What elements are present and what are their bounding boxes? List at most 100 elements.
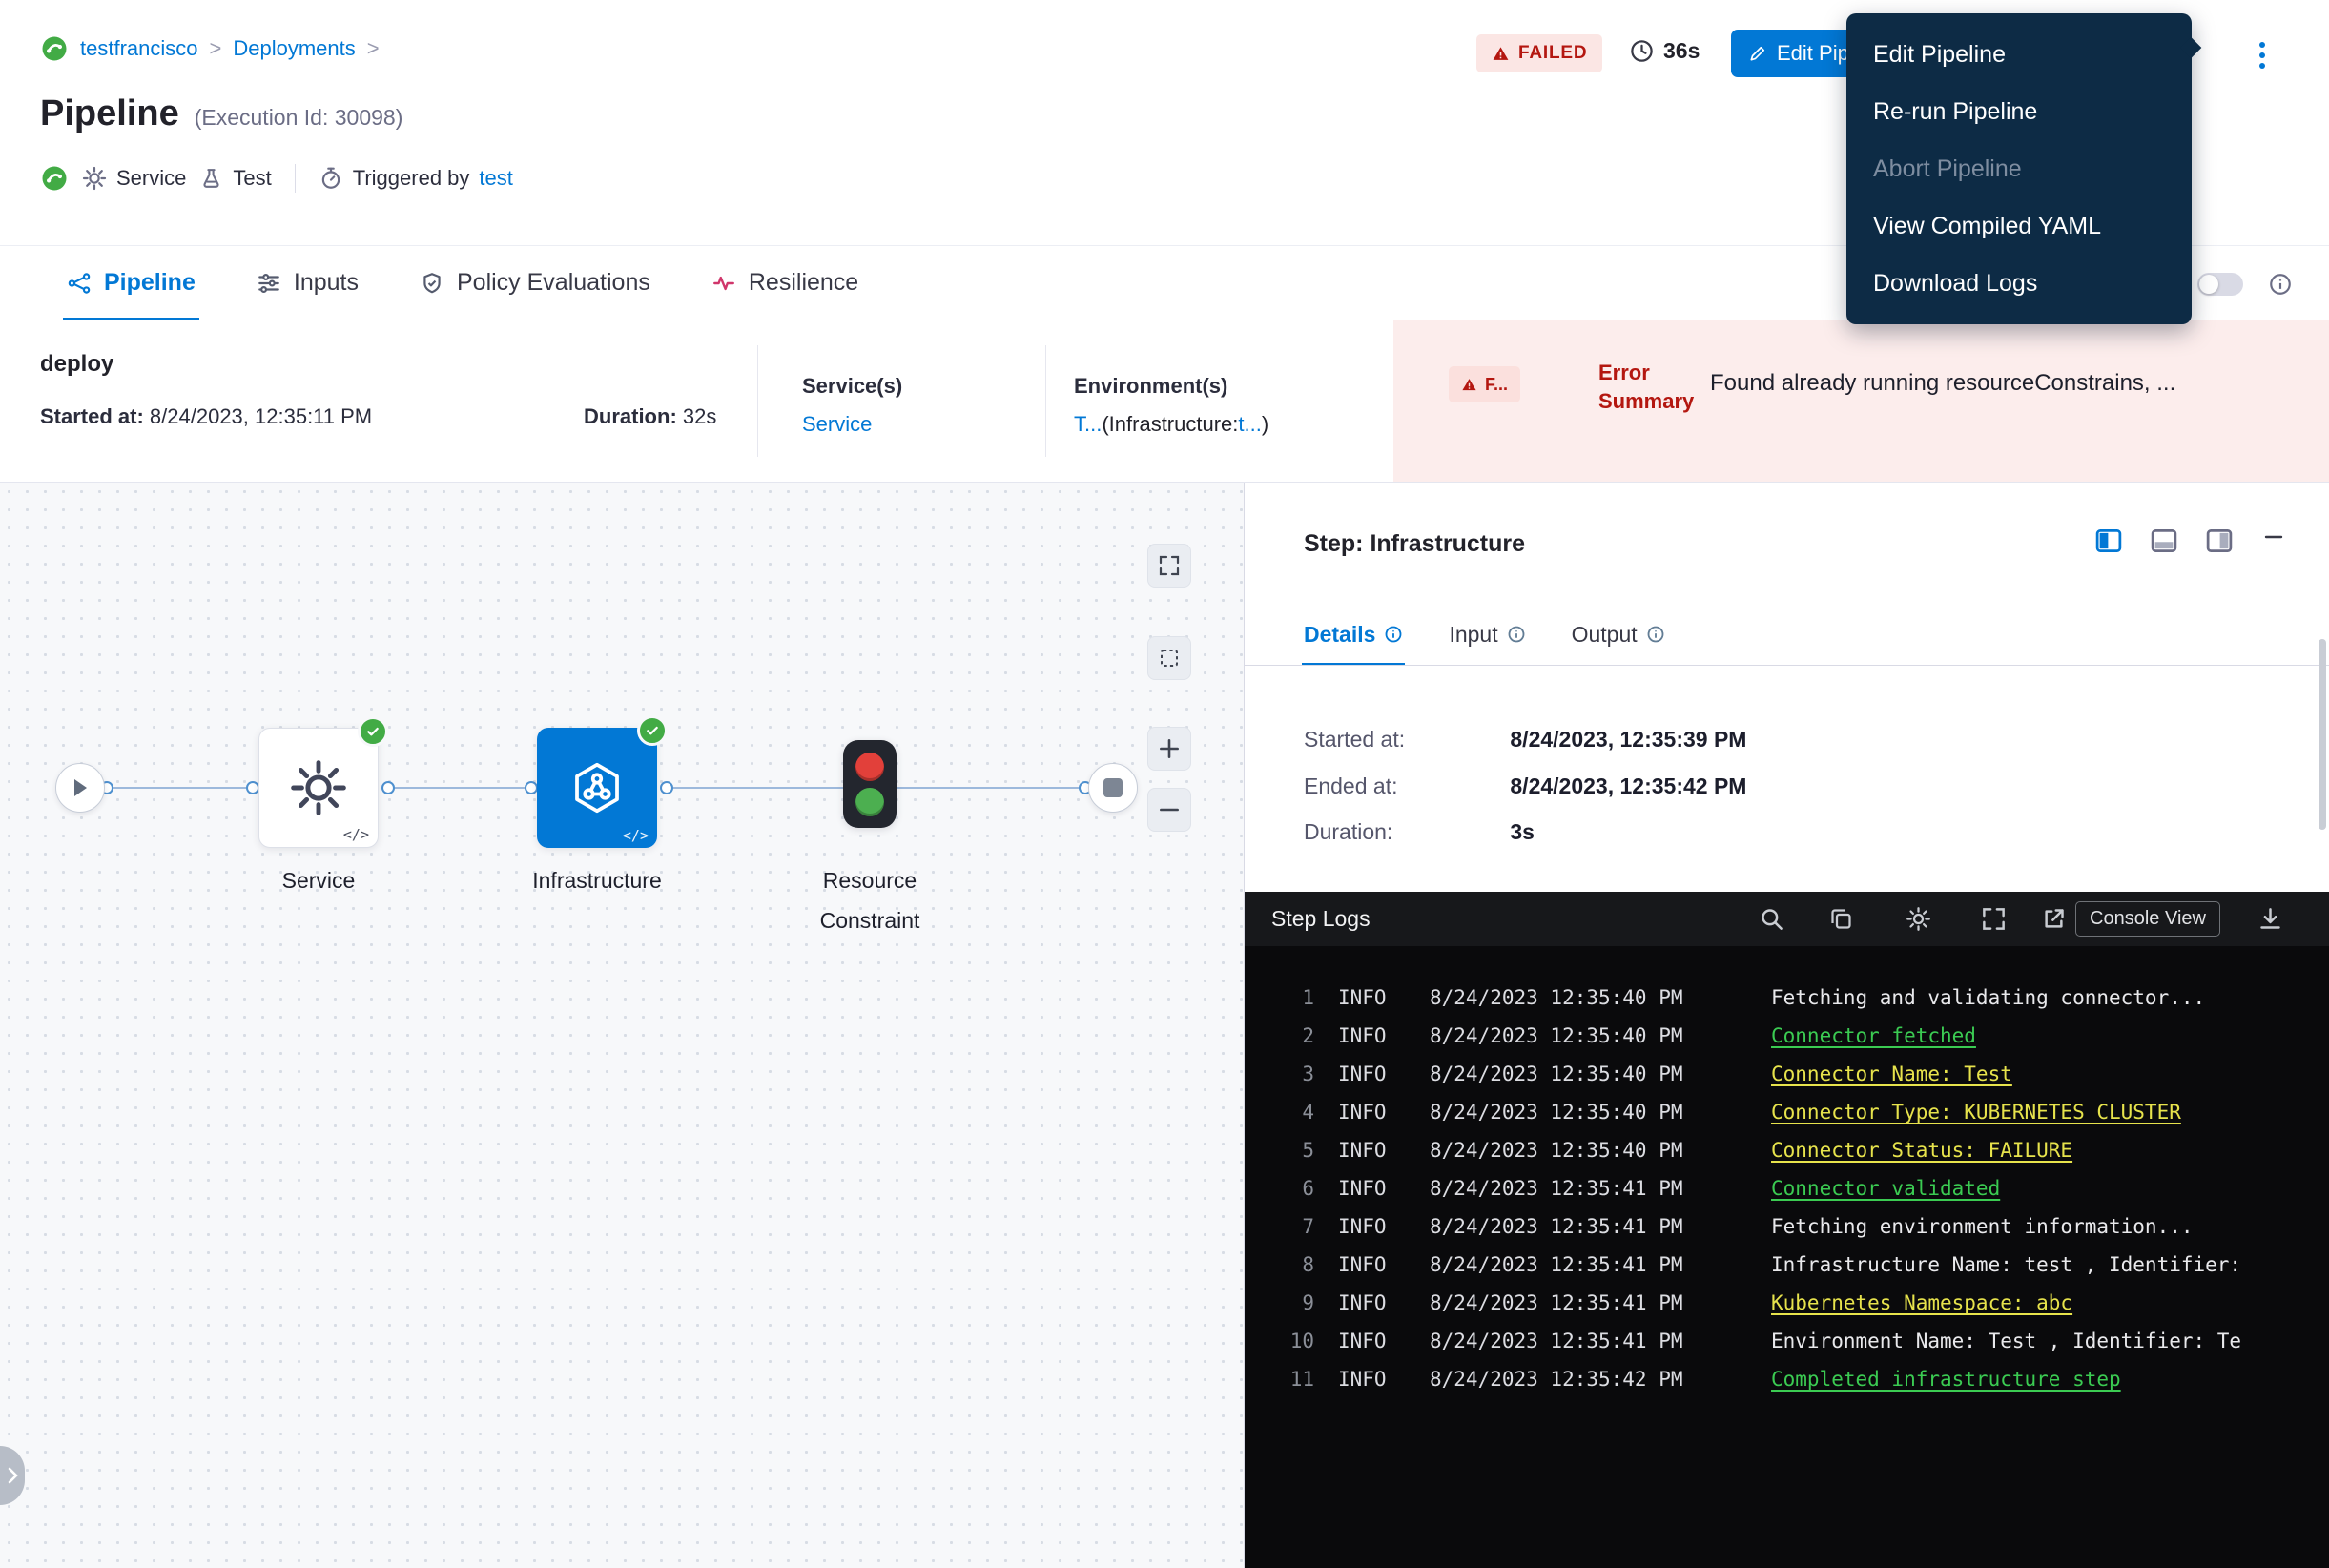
copy-icon[interactable]	[1828, 906, 1854, 932]
success-check-icon	[637, 715, 668, 746]
policy-shield-icon	[420, 271, 444, 296]
service-link[interactable]: Service	[802, 412, 872, 437]
service-meta-label: Service	[116, 166, 186, 191]
log-line-number: 4	[1245, 1093, 1314, 1131]
tab-pipeline[interactable]: Pipeline	[67, 246, 196, 320]
started-at-label: Started at:	[40, 404, 144, 428]
log-timestamp: 8/24/2023 12:35:41 PM	[1430, 1246, 1771, 1284]
panel-expand-handle[interactable]	[0, 1446, 25, 1505]
edge-connector	[107, 787, 253, 789]
panel-minimize-button[interactable]	[2257, 521, 2290, 553]
status-badge-label: FAILED	[1518, 43, 1587, 64]
log-line-number: 1	[1245, 979, 1314, 1017]
log-line: 9INFO8/24/2023 12:35:41 PMKubernetes Nam…	[1245, 1284, 2329, 1322]
marquee-select-icon	[1158, 647, 1181, 670]
vertical-scrollbar[interactable]	[2319, 639, 2326, 830]
log-timestamp: 8/24/2023 12:35:40 PM	[1430, 1055, 1771, 1093]
pipeline-execution-page: testfrancisco > Deployments > Pipeline (…	[0, 0, 2329, 1568]
log-message: Kubernetes Namespace: abc	[1771, 1284, 2329, 1322]
minus-icon	[2262, 526, 2285, 548]
open-external-icon[interactable]	[2041, 906, 2067, 932]
panel-layout-bottom-icon[interactable]	[2150, 526, 2178, 555]
log-timestamp: 8/24/2023 12:35:41 PM	[1430, 1169, 1771, 1207]
log-message: Completed infrastructure step	[1771, 1360, 2329, 1398]
breadcrumb-project-link[interactable]: testfrancisco	[80, 36, 198, 61]
canvas-zoom-out-button[interactable]	[1147, 788, 1191, 832]
log-timestamp: 8/24/2023 12:35:41 PM	[1430, 1284, 1771, 1322]
success-check-icon	[358, 716, 388, 747]
pipeline-canvas[interactable]: </> </> Service Infrastructure Resource …	[0, 483, 1244, 1568]
environment-infra-suffix: )	[1262, 412, 1268, 436]
pipeline-options-menu: Edit Pipeline Re-run Pipeline Abort Pipe…	[1846, 13, 2192, 324]
breadcrumb-deployments-link[interactable]: Deployments	[233, 36, 355, 61]
settings-gear-icon[interactable]	[1906, 906, 1931, 932]
search-icon[interactable]	[1759, 906, 1784, 932]
edge-connector	[667, 787, 843, 789]
cd-module-icon	[40, 164, 69, 193]
log-line: 8INFO8/24/2023 12:35:41 PMInfrastructure…	[1245, 1246, 2329, 1284]
log-timestamp: 8/24/2023 12:35:40 PM	[1430, 1131, 1771, 1169]
console-view-button[interactable]: Console View	[2075, 901, 2220, 937]
summary-divider	[1045, 345, 1046, 457]
log-line-number: 5	[1245, 1131, 1314, 1169]
tab-inputs-label: Inputs	[294, 269, 359, 297]
pipeline-start-node[interactable]	[55, 763, 105, 813]
tab-policy-evaluations-label: Policy Evaluations	[457, 269, 650, 297]
step-logs-panel: Step Logs Console View 1INFO8/24/2023 12…	[1245, 892, 2329, 1568]
log-level: INFO	[1338, 1017, 1405, 1055]
canvas-select-button[interactable]	[1147, 636, 1191, 680]
expand-icon[interactable]	[1981, 906, 2007, 932]
info-icon	[1384, 625, 1403, 644]
canvas-fullscreen-button[interactable]	[1147, 544, 1191, 588]
started-at-value: 8/24/2023, 12:35:11 PM	[150, 404, 372, 428]
resource-constraint-node[interactable]	[843, 740, 897, 828]
panel-layout-split-icon[interactable]	[2094, 526, 2123, 555]
infrastructure-step-node[interactable]: </>	[537, 728, 657, 848]
log-message: Connector fetched	[1771, 1017, 2329, 1055]
elapsed-time: 36s	[1629, 38, 1700, 64]
tab-resilience[interactable]: Resilience	[711, 246, 858, 320]
cd-module-icon	[40, 34, 69, 63]
canvas-zoom-in-button[interactable]	[1147, 727, 1191, 771]
view-toggle[interactable]	[2197, 273, 2243, 296]
infrastructure-hexagon-icon	[568, 759, 626, 816]
environment-link[interactable]: T...(Infrastructure:t...)	[1074, 412, 1268, 437]
menu-item-rerun-pipeline[interactable]: Re-run Pipeline	[1846, 83, 2192, 140]
log-timestamp: 8/24/2023 12:35:40 PM	[1430, 1017, 1771, 1055]
environment-name[interactable]: T...	[1074, 412, 1102, 436]
step-panel-title: Step: Infrastructure	[1304, 530, 1525, 558]
environment-infra-prefix: (Infrastructure:	[1102, 412, 1238, 436]
node-port	[246, 781, 259, 794]
pipeline-end-node[interactable]	[1088, 763, 1138, 813]
download-icon[interactable]	[2257, 906, 2283, 932]
warning-triangle-icon	[1492, 45, 1510, 63]
log-level: INFO	[1338, 1207, 1405, 1246]
menu-item-edit-pipeline[interactable]: Edit Pipeline	[1846, 26, 2192, 83]
environment-infra-name[interactable]: t...	[1238, 412, 1261, 436]
tab-details[interactable]: Details	[1304, 603, 1403, 666]
breadcrumb-separator: >	[367, 36, 380, 61]
menu-item-download-logs[interactable]: Download Logs	[1846, 255, 2192, 312]
log-level: INFO	[1338, 1131, 1405, 1169]
tab-input[interactable]: Input	[1449, 603, 1525, 666]
code-badge: </>	[343, 826, 369, 843]
more-options-kebab-icon[interactable]	[2243, 34, 2281, 76]
panel-layout-right-icon[interactable]	[2205, 526, 2234, 555]
detail-ended-label: Ended at:	[1304, 774, 1504, 799]
detail-ended-value: 8/24/2023, 12:35:42 PM	[1510, 774, 1746, 798]
service-step-node[interactable]: </>	[258, 728, 379, 848]
tab-inputs[interactable]: Inputs	[257, 246, 359, 320]
info-icon[interactable]	[2268, 272, 2293, 297]
tab-output[interactable]: Output	[1572, 603, 1665, 666]
page-title: Pipeline	[40, 93, 179, 134]
log-level: INFO	[1338, 1322, 1405, 1360]
detail-started-label: Started at:	[1304, 727, 1504, 753]
clock-icon	[1629, 38, 1655, 64]
tab-policy-evaluations[interactable]: Policy Evaluations	[420, 246, 650, 320]
triggered-by-user-link[interactable]: test	[479, 166, 512, 191]
menu-item-view-compiled-yaml[interactable]: View Compiled YAML	[1846, 197, 2192, 255]
log-line: 10INFO8/24/2023 12:35:41 PMEnvironment N…	[1245, 1322, 2329, 1360]
log-line-number: 11	[1245, 1360, 1314, 1398]
log-line: 4INFO8/24/2023 12:35:40 PMConnector Type…	[1245, 1093, 2329, 1131]
test-icon	[199, 167, 223, 191]
